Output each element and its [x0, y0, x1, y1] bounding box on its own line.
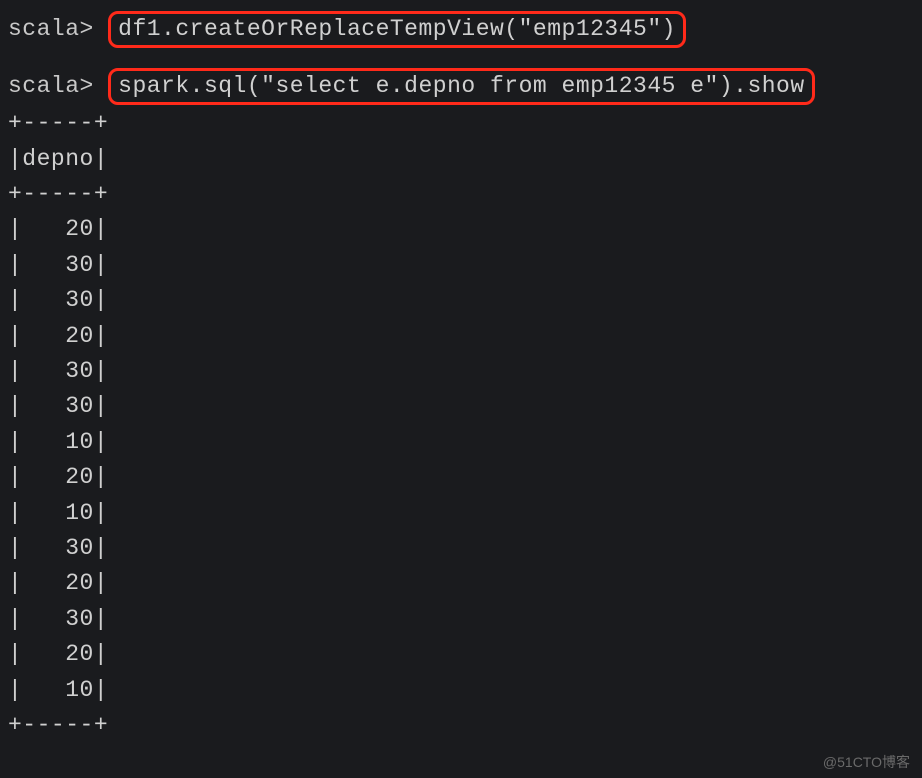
repl-line-1: scala> df1.createOrReplaceTempView("emp1… [8, 10, 914, 49]
table-row: | 20| [8, 637, 914, 672]
highlighted-command-2: spark.sql("select e.depno from emp12345 … [108, 68, 815, 105]
highlighted-command-1: df1.createOrReplaceTempView("emp12345") [108, 11, 686, 48]
table-row: | 20| [8, 460, 914, 495]
scala-prompt: scala> [8, 73, 94, 99]
table-row: | 30| [8, 531, 914, 566]
watermark: @51CTO博客 [823, 752, 910, 772]
table-border-bottom: +-----+ [8, 708, 914, 743]
table-row: | 30| [8, 248, 914, 283]
blank-line [8, 49, 914, 67]
repl-line-2: scala> spark.sql("select e.depno from em… [8, 67, 914, 106]
table-border-mid: +-----+ [8, 177, 914, 212]
scala-prompt: scala> [8, 16, 94, 42]
table-row: | 30| [8, 354, 914, 389]
table-row: | 10| [8, 673, 914, 708]
table-row: | 10| [8, 425, 914, 460]
table-border-top: +-----+ [8, 106, 914, 141]
table-row: | 20| [8, 212, 914, 247]
table-row: | 10| [8, 496, 914, 531]
table-row: | 20| [8, 566, 914, 601]
table-row: | 30| [8, 283, 914, 318]
table-row: | 20| [8, 319, 914, 354]
table-row: | 30| [8, 389, 914, 424]
table-header: |depno| [8, 142, 914, 177]
table-row: | 30| [8, 602, 914, 637]
